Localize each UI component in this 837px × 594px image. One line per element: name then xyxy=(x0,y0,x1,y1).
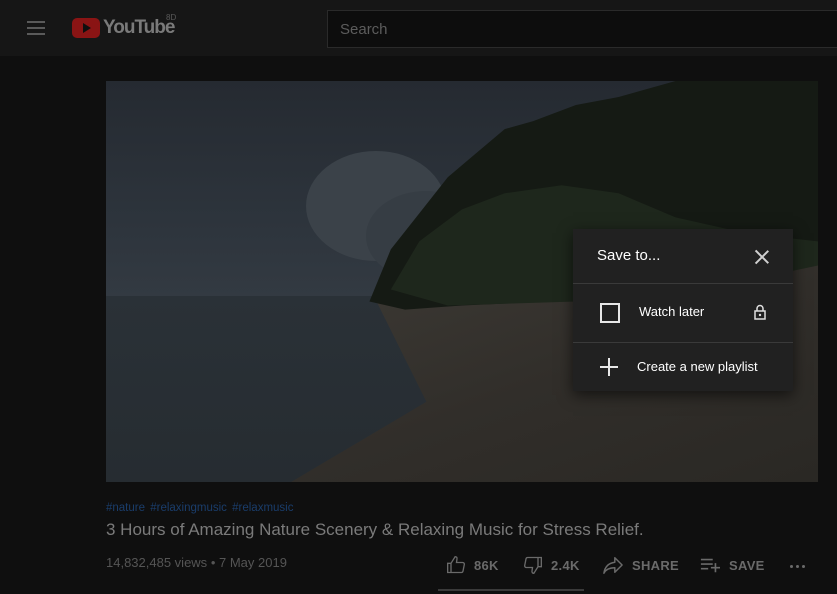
dislike-button[interactable]: 2.4K xyxy=(523,553,580,577)
create-playlist-button[interactable]: Create a new playlist xyxy=(573,343,793,391)
create-playlist-label: Create a new playlist xyxy=(637,359,758,374)
dialog-title: Save to... xyxy=(597,247,661,264)
search-placeholder: Search xyxy=(340,21,388,38)
hashtag-list: #nature #relaxingmusic #relaxmusic xyxy=(106,502,295,514)
close-icon[interactable] xyxy=(751,246,773,268)
dislike-count: 2.4K xyxy=(551,557,580,573)
search-input[interactable]: Search xyxy=(327,10,837,48)
meta-separator: • xyxy=(210,555,216,570)
like-ratio-bar xyxy=(438,589,584,591)
video-title: 3 Hours of Amazing Nature Scenery & Rela… xyxy=(106,520,644,539)
share-label: SHARE xyxy=(632,557,680,573)
playlist-item-watch-later[interactable]: Watch later xyxy=(573,284,793,342)
video-meta: 14,832,485 views • 7 May 2019 xyxy=(106,555,287,570)
thumbs-down-icon xyxy=(524,556,542,575)
view-count: 14,832,485 views xyxy=(106,555,208,570)
thumbs-up-icon xyxy=(447,555,465,574)
hamburger-menu-icon[interactable] xyxy=(24,16,48,40)
logo-text: YouTube xyxy=(103,17,175,38)
hashtag-link[interactable]: #relaxingmusic xyxy=(150,502,227,514)
share-arrow-icon xyxy=(603,557,623,574)
share-button[interactable]: SHARE xyxy=(602,553,679,577)
playlist-label: Watch later xyxy=(639,304,705,319)
youtube-play-icon xyxy=(72,18,100,38)
hashtag-link[interactable]: #relaxmusic xyxy=(232,502,293,514)
like-button[interactable]: 86K xyxy=(446,553,499,577)
hashtag-link[interactable]: #nature xyxy=(106,502,145,514)
masthead: YouTube 8D Search xyxy=(0,0,837,56)
save-to-dialog: Save to... Watch later Create a new play… xyxy=(573,229,793,391)
save-button[interactable]: SAVE xyxy=(699,553,765,577)
upload-date: 7 May 2019 xyxy=(219,555,287,570)
more-actions-icon[interactable] xyxy=(789,564,807,570)
playlist-add-icon xyxy=(700,558,720,573)
plus-icon xyxy=(599,357,619,377)
youtube-logo[interactable]: YouTube 8D xyxy=(72,13,182,41)
logo-country-code: 8D xyxy=(166,13,177,22)
watch-later-checkbox[interactable] xyxy=(600,303,620,323)
lock-icon xyxy=(754,304,766,320)
like-count: 86K xyxy=(474,557,499,573)
save-label: SAVE xyxy=(729,557,765,573)
